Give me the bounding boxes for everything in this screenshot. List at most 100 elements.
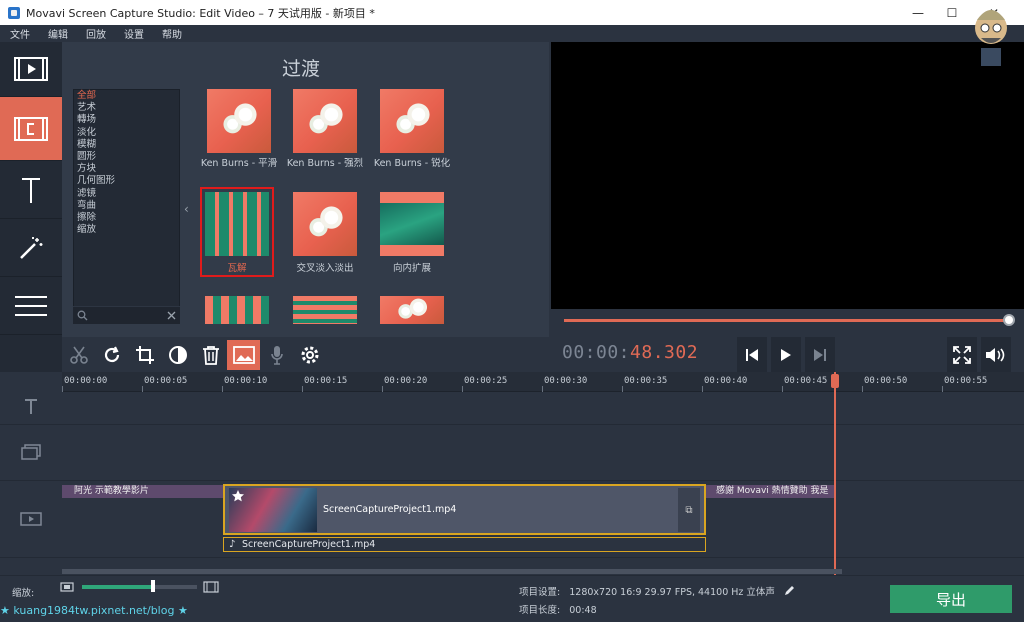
transition-thumb-selected[interactable] bbox=[205, 192, 269, 256]
transition-thumb[interactable] bbox=[380, 296, 444, 324]
collapse-arrow-icon[interactable]: ‹ bbox=[184, 202, 189, 216]
playhead[interactable] bbox=[834, 372, 836, 575]
ruler-tick bbox=[622, 386, 623, 392]
ruler-tick bbox=[302, 386, 303, 392]
ruler-tick-label: 00:00:45 bbox=[784, 376, 828, 386]
audio-clip[interactable]: ♪ ScreenCaptureProject1.mp4 bbox=[223, 537, 706, 552]
category-item[interactable]: 淡化 bbox=[74, 127, 179, 139]
crop-icon bbox=[135, 345, 154, 364]
category-item[interactable]: 方块 bbox=[74, 163, 179, 175]
category-item[interactable]: 缩放 bbox=[74, 224, 179, 236]
timeline-scrollbar[interactable] bbox=[62, 569, 842, 574]
category-item[interactable]: 艺术 bbox=[74, 102, 179, 114]
overlay-track-icon bbox=[20, 444, 42, 460]
transition-label: 交叉淡入淡出 bbox=[296, 263, 354, 274]
playback-progress-bar[interactable] bbox=[564, 319, 1010, 322]
ruler-tick bbox=[702, 386, 703, 392]
project-settings-label: 项目设置: bbox=[519, 587, 561, 598]
menu-playback[interactable]: 回放 bbox=[76, 26, 114, 41]
export-button[interactable]: 导出 bbox=[890, 585, 1012, 613]
next-button[interactable] bbox=[805, 337, 835, 372]
menu-file[interactable]: 文件 bbox=[0, 26, 38, 41]
transition-thumb[interactable] bbox=[293, 89, 357, 153]
record-voice-button[interactable] bbox=[260, 340, 293, 370]
rotate-button[interactable] bbox=[95, 340, 128, 370]
transition-thumb[interactable] bbox=[205, 296, 269, 324]
settings-button[interactable] bbox=[293, 340, 326, 370]
video-clip[interactable]: ScreenCaptureProject1.mp4 ⧉ bbox=[223, 484, 706, 535]
cut-button[interactable] bbox=[62, 340, 95, 370]
project-settings: 项目设置: 1280x720 16:9 29.97 FPS, 44100 Hz … bbox=[519, 584, 795, 598]
insert-transition-button[interactable] bbox=[227, 339, 260, 370]
watermark-text: ★ kuang1984tw.pixnet.net/blog ★ bbox=[0, 604, 188, 617]
ruler-tick-label: 00:00:00 bbox=[64, 376, 108, 386]
nav-titles-button[interactable] bbox=[0, 161, 62, 219]
nav-media-button[interactable] bbox=[0, 42, 62, 97]
category-item[interactable]: 滤镜 bbox=[74, 188, 179, 200]
category-item[interactable]: 几何图形 bbox=[74, 175, 179, 187]
category-item[interactable]: 圆形 bbox=[74, 151, 179, 163]
category-search-input[interactable] bbox=[73, 306, 180, 324]
left-nav bbox=[0, 42, 62, 372]
transition-thumb[interactable] bbox=[207, 89, 271, 153]
clear-icon[interactable] bbox=[167, 311, 176, 320]
nav-transitions-button[interactable] bbox=[0, 97, 62, 161]
zoom-slider-knob[interactable] bbox=[151, 580, 155, 592]
contrast-icon bbox=[168, 345, 187, 364]
zoom-in-icon[interactable] bbox=[203, 581, 219, 593]
video-clip-thumbnail bbox=[229, 488, 317, 532]
category-item[interactable]: 弯曲 bbox=[74, 200, 179, 212]
zoom-slider[interactable] bbox=[82, 585, 197, 589]
nav-filters-button[interactable] bbox=[0, 219, 62, 277]
category-all[interactable]: 全部 bbox=[74, 90, 179, 102]
title-clip-left[interactable]: 阿光 示範教學影片 bbox=[62, 485, 223, 498]
playback-bar: 00:00:48.302 bbox=[551, 337, 1024, 372]
edit-toolbar bbox=[62, 337, 549, 372]
color-adjust-button[interactable] bbox=[161, 340, 194, 370]
transition-thumb[interactable] bbox=[293, 192, 357, 256]
ruler-tick bbox=[542, 386, 543, 392]
hamburger-icon bbox=[15, 295, 47, 316]
transition-label: Ken Burns - 锐化 bbox=[373, 158, 451, 169]
delete-button[interactable] bbox=[194, 340, 227, 370]
category-item[interactable]: 模糊 bbox=[74, 139, 179, 151]
menu-settings[interactable]: 设置 bbox=[114, 26, 152, 41]
trash-icon bbox=[202, 345, 219, 365]
play-button[interactable] bbox=[771, 337, 801, 372]
zoom-slider-fill bbox=[82, 585, 151, 589]
magic-wand-icon bbox=[20, 236, 43, 259]
titles-icon bbox=[22, 177, 40, 203]
skip-back-icon bbox=[746, 348, 758, 361]
category-item[interactable]: 轉场 bbox=[74, 114, 179, 126]
crop-button[interactable] bbox=[128, 340, 161, 370]
menu-edit[interactable]: 编辑 bbox=[38, 26, 76, 41]
playback-progress-knob[interactable] bbox=[1003, 314, 1015, 326]
title-track-icon bbox=[20, 398, 42, 414]
star-icon bbox=[232, 490, 244, 502]
nav-more-button[interactable] bbox=[0, 277, 62, 335]
minimize-button[interactable]: — bbox=[902, 0, 934, 25]
zoom-out-icon[interactable] bbox=[60, 582, 74, 592]
fullscreen-button[interactable] bbox=[947, 337, 977, 372]
transition-marker-icon[interactable]: ⧉ bbox=[678, 488, 700, 532]
media-icon bbox=[14, 57, 48, 81]
transition-label: Ken Burns - 强烈 bbox=[286, 158, 364, 169]
transition-thumb[interactable] bbox=[293, 296, 357, 324]
title-clip-right[interactable]: 感謝 Movavi 熱情贊助 我是 bbox=[706, 485, 834, 498]
transitions-panel: 过渡 全部 艺术 轉场 淡化 模糊 圆形 方块 几何图形 滤镜 弯曲 擦除 缩放… bbox=[62, 42, 594, 337]
audio-clip-name: ScreenCaptureProject1.mp4 bbox=[242, 539, 376, 550]
video-clip-name: ScreenCaptureProject1.mp4 bbox=[323, 504, 457, 515]
category-item[interactable]: 擦除 bbox=[74, 212, 179, 224]
volume-button[interactable] bbox=[981, 337, 1011, 372]
window-title: Movavi Screen Capture Studio: Edit Video… bbox=[26, 6, 375, 20]
transition-thumb[interactable] bbox=[380, 89, 444, 153]
menu-help[interactable]: 帮助 bbox=[152, 26, 190, 41]
pencil-icon[interactable] bbox=[784, 585, 795, 596]
previous-button[interactable] bbox=[737, 337, 767, 372]
music-note-icon: ♪ bbox=[229, 539, 236, 550]
ruler-tick bbox=[782, 386, 783, 392]
search-icon bbox=[77, 310, 88, 321]
playhead-handle[interactable] bbox=[831, 374, 839, 388]
transition-thumb[interactable] bbox=[380, 192, 444, 256]
timecode-current: 48.302 bbox=[630, 342, 699, 363]
